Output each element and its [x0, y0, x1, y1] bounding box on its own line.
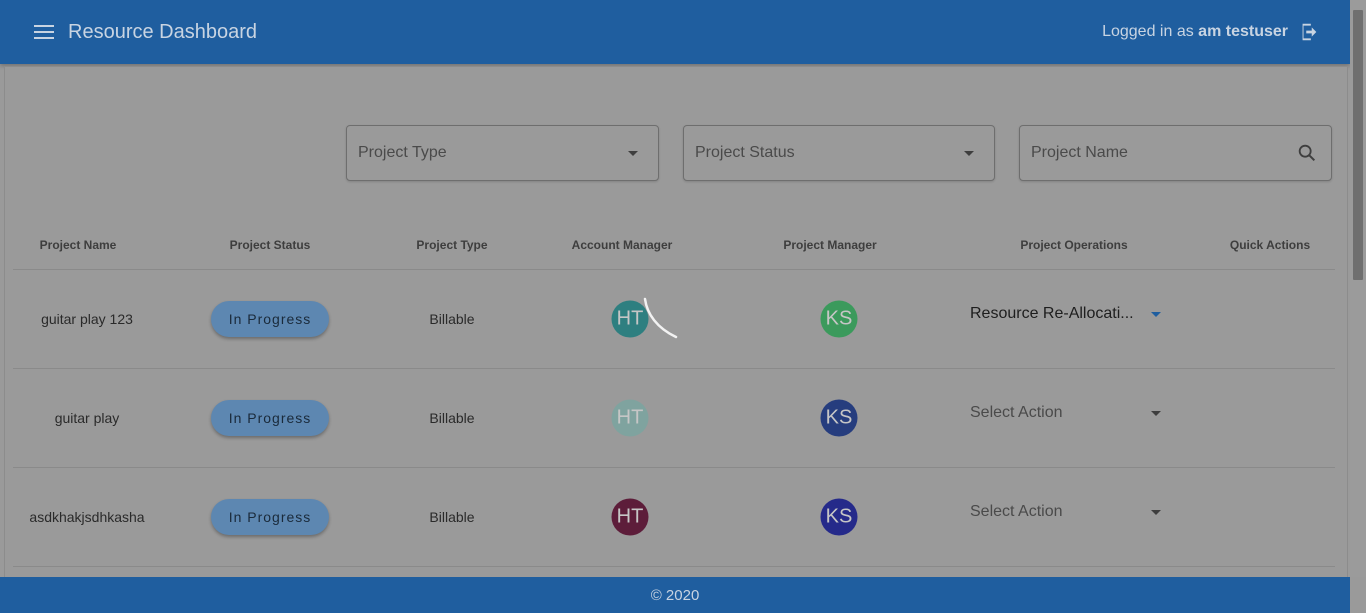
col-project-manager: Project Manager [783, 238, 877, 252]
col-project-operations: Project Operations [1020, 238, 1128, 252]
project-type-cell: Billable [429, 311, 475, 327]
project-name-cell: guitar play [54, 410, 120, 426]
status-button[interactable]: In Progress [211, 301, 329, 337]
table-row [13, 566, 1335, 577]
loading-spinner [643, 297, 678, 339]
search-icon[interactable] [1296, 142, 1318, 164]
project-name-placeholder: Project Name [1031, 144, 1128, 161]
project-manager-avatar[interactable]: KS [820, 300, 858, 338]
operation-value: Select Action [970, 503, 1063, 520]
table-header: Project Name Project Status Project Type… [14, 238, 1336, 254]
project-type-cell: Billable [429, 509, 475, 525]
chevron-down-icon [964, 150, 974, 156]
account-manager-avatar[interactable]: HT [611, 399, 649, 437]
login-prefix: Logged in as [1102, 23, 1194, 40]
user-name: am testuser [1198, 23, 1288, 40]
project-name-cell: asdkhakjsdhkasha [29, 509, 145, 525]
project-manager-avatar[interactable]: KS [820, 399, 858, 437]
app-title: Resource Dashboard [68, 20, 257, 43]
col-project-type: Project Type [416, 238, 488, 252]
app-bar: Resource Dashboard Logged in as am testu… [0, 0, 1350, 64]
col-project-name: Project Name [39, 238, 117, 252]
chevron-down-icon [1151, 509, 1161, 515]
table-row: guitar play In Progress Billable HT KS S… [13, 368, 1335, 467]
page-scrollbar[interactable] [1350, 0, 1366, 577]
logged-in-label: Logged in as am testuser [1102, 23, 1288, 41]
project-status-label: Project Status [695, 144, 795, 161]
col-project-status: Project Status [229, 238, 311, 252]
status-button[interactable]: In Progress [211, 400, 329, 436]
chevron-down-icon [1151, 410, 1161, 416]
chevron-down-icon [628, 150, 638, 156]
chevron-down-icon [1151, 311, 1161, 317]
project-type-cell: Billable [429, 410, 475, 426]
scrollbar-thumb[interactable] [1353, 10, 1363, 280]
project-operations-select[interactable]: Select Action [970, 503, 1170, 521]
project-name-cell: guitar play 123 [41, 311, 133, 327]
operation-value: Select Action [970, 404, 1063, 421]
copyright-text: © 2020 [650, 586, 700, 604]
project-name-search[interactable]: Project Name [1019, 125, 1332, 181]
table-row: asdkhakjsdhkasha In Progress Billable HT… [13, 467, 1335, 566]
footer: © 2020 [0, 577, 1350, 613]
operation-value: Resource Re-Allocati... [970, 305, 1134, 322]
project-operations-select[interactable]: Resource Re-Allocati... [970, 305, 1170, 323]
project-operations-select[interactable]: Select Action [970, 404, 1170, 422]
account-manager-avatar[interactable]: HT [611, 498, 649, 536]
table-row: guitar play 123 In Progress Billable HT … [13, 269, 1335, 368]
project-type-label: Project Type [358, 144, 447, 161]
col-quick-actions: Quick Actions [1229, 238, 1311, 252]
project-status-select[interactable]: Project Status [683, 125, 995, 181]
menu-icon[interactable] [34, 25, 54, 39]
status-button[interactable]: In Progress [211, 499, 329, 535]
project-type-select[interactable]: Project Type [346, 125, 659, 181]
project-manager-avatar[interactable]: KS [820, 498, 858, 536]
col-account-manager: Account Manager [571, 238, 673, 252]
logout-icon[interactable] [1298, 21, 1320, 43]
